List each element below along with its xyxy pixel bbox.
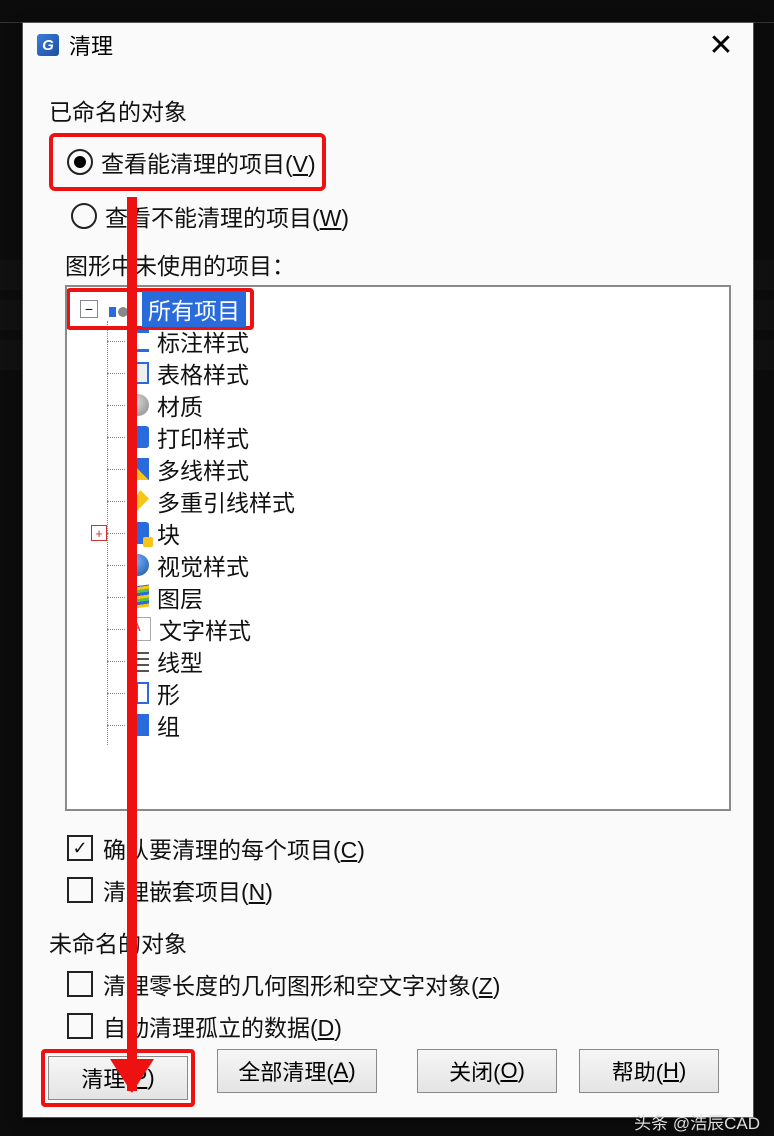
radio-icon: [71, 203, 97, 229]
checkbox-label: 清理零长度的几何图形和空文字对象(Z): [103, 967, 500, 1001]
tree-item[interactable]: 多重引线样式: [127, 485, 729, 517]
radio-view-purgeable[interactable]: 查看能清理的项目(V): [61, 141, 322, 183]
tree-item-label: 组: [157, 708, 180, 742]
highlight-radio: 查看能清理的项目(V): [49, 133, 326, 191]
checkbox-icon: [67, 1013, 93, 1039]
checkbox-label: 确认要清理的每个项目(C): [103, 831, 365, 865]
tree-item[interactable]: 标注样式: [127, 325, 729, 357]
checkbox-confirm-each[interactable]: ✓ 确认要清理的每个项目(C): [67, 831, 733, 865]
tree-item-label: 标注样式: [157, 324, 249, 358]
tree-item[interactable]: 组: [127, 709, 729, 741]
checkbox-label: 自动清理孤立的数据(D): [103, 1009, 342, 1043]
unused-items-label: 图形中未使用的项目：: [65, 247, 733, 281]
purge-dialog: G 清理 ✕ 已命名的对象 查看能清理的项目(V) 查看不能清理的项目(W) 图…: [22, 22, 754, 1118]
tree-item[interactable]: 打印样式: [127, 421, 729, 453]
tree-item-label: 块: [157, 516, 180, 550]
tree-item[interactable]: 表格样式: [127, 357, 729, 389]
tree-item[interactable]: 视觉样式: [127, 549, 729, 581]
tree-item[interactable]: +块: [127, 517, 729, 549]
checkbox-icon: ✓: [67, 835, 93, 861]
checkbox-icon: [67, 877, 93, 903]
purge-all-button[interactable]: 全部清理(A): [217, 1049, 377, 1093]
collapse-icon[interactable]: −: [80, 300, 98, 318]
radio-label: 查看能清理的项目(V): [101, 145, 316, 179]
tree-item-label: 文字样式: [159, 612, 251, 646]
tree-root-item[interactable]: 所有项目: [142, 291, 246, 327]
close-icon[interactable]: ✕: [703, 27, 739, 63]
tree-item-label: 形: [157, 676, 180, 710]
tree-item[interactable]: 多线样式: [127, 453, 729, 485]
close-button[interactable]: 关闭(O): [417, 1049, 557, 1093]
annotation-arrow: [127, 197, 137, 1091]
tree-item-label: 打印样式: [157, 420, 249, 454]
checkbox-nested[interactable]: 清理嵌套项目(N): [67, 873, 733, 907]
tree-item[interactable]: 图层: [127, 581, 729, 613]
tree-item[interactable]: 线型: [127, 645, 729, 677]
checkbox-orphan-data[interactable]: 自动清理孤立的数据(D): [67, 1009, 733, 1043]
expand-icon[interactable]: +: [91, 525, 107, 541]
tree-item-label: 多重引线样式: [157, 484, 295, 518]
tree-item[interactable]: 形: [127, 677, 729, 709]
radio-icon: [67, 149, 93, 175]
tree-item-label: 材质: [157, 388, 203, 422]
tree-item-label: 视觉样式: [157, 548, 249, 582]
tree-item-label: 表格样式: [157, 356, 249, 390]
titlebar: G 清理 ✕: [23, 23, 753, 67]
checkbox-zero-length[interactable]: 清理零长度的几何图形和空文字对象(Z): [67, 967, 733, 1001]
checkbox-icon: [67, 971, 93, 997]
app-logo-icon: G: [37, 34, 59, 56]
tree-item-label: 图层: [157, 580, 203, 614]
tree-item-label: 多线样式: [157, 452, 249, 486]
help-button[interactable]: 帮助(H): [579, 1049, 719, 1093]
tree-item[interactable]: 文字样式: [127, 613, 729, 645]
dialog-title: 清理: [69, 29, 113, 61]
radio-label: 查看不能清理的项目(W): [105, 199, 349, 233]
unnamed-objects-label: 未命名的对象: [49, 925, 733, 959]
tree-view[interactable]: − 所有项目 标注样式表格样式材质打印样式多线样式多重引线样式+块视觉样式图层文…: [65, 285, 731, 811]
watermark: 头条 @浩辰CAD: [634, 1109, 760, 1134]
tree-item-label: 线型: [157, 644, 203, 678]
named-objects-label: 已命名的对象: [49, 93, 733, 127]
radio-view-not-purgeable[interactable]: 查看不能清理的项目(W): [65, 195, 733, 237]
tree-item[interactable]: 材质: [127, 389, 729, 421]
